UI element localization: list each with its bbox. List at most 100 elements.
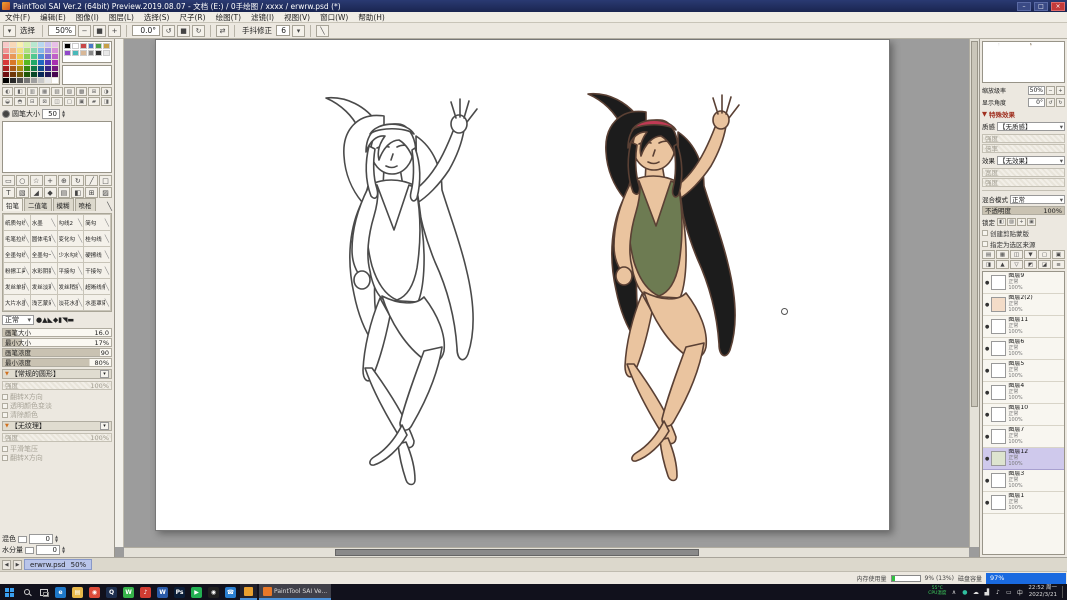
clear-layer-button[interactable]: ▢	[1038, 250, 1051, 259]
mixer-swatch[interactable]	[103, 43, 110, 49]
picker-button[interactable]: ◑	[100, 87, 112, 96]
sai-window-button[interactable]: PaintTool SAI Ve...	[259, 584, 331, 600]
effect-param-slider[interactable]: 倍率	[982, 144, 1065, 153]
move-layer-down-button[interactable]: ▽	[1010, 260, 1023, 269]
brush-preset[interactable]: 水彩阴影╲	[30, 263, 57, 278]
effect-param-slider[interactable]: 强度	[982, 134, 1065, 143]
checkbox-icon[interactable]	[2, 454, 8, 461]
color-swatch[interactable]	[31, 78, 38, 84]
brush-tip-shape[interactable]: ▬	[68, 316, 75, 324]
mixer-swatch[interactable]	[87, 43, 95, 49]
brush-slider[interactable]: 画笔浓度 90	[2, 348, 112, 357]
rotate-ccw-button[interactable]: ↺	[162, 24, 175, 37]
layer-row[interactable]: ● 图层5 正常 100%	[983, 360, 1064, 382]
select-mode-label[interactable]: 选择	[18, 25, 37, 36]
mixer-swatch[interactable]	[71, 50, 79, 56]
checkbox-icon[interactable]	[2, 411, 8, 418]
menu-item[interactable]: 文件(F)	[0, 12, 35, 23]
start-button[interactable]	[1, 584, 18, 600]
brush-tab[interactable]: 铅笔	[2, 198, 23, 211]
layer-visibility-icon[interactable]: ●	[985, 478, 989, 484]
chrome-icon[interactable]: ◉	[86, 584, 103, 600]
layer-row[interactable]: ● 图层11 正常 100%	[983, 316, 1064, 338]
layer-row[interactable]: ● 图层10 正常 100%	[983, 404, 1064, 426]
vertical-scrollbar[interactable]	[969, 39, 979, 547]
mixer-panel-button[interactable]: ▨	[63, 87, 75, 96]
image-viewer-window-button[interactable]	[240, 584, 257, 600]
zoom-tool[interactable]: ⊕	[57, 175, 71, 186]
water-stepper[interactable]: ▲ ▼	[62, 546, 65, 554]
brush-preset[interactable]: 平接勾 ╲	[57, 263, 84, 278]
mixer-swatch[interactable]	[95, 50, 103, 56]
minimize-button[interactable]: –	[1017, 1, 1031, 11]
selection-rect-tool[interactable]: ▭	[2, 175, 15, 186]
blend-mode-dropdown[interactable]: 正常	[2, 315, 34, 325]
mix-color-chip[interactable]	[18, 535, 27, 543]
hue-square-button[interactable]: ◧	[14, 87, 26, 96]
grid-a-button[interactable]: ⊟	[26, 97, 38, 106]
dropdown-icon[interactable]: ▾	[100, 370, 109, 378]
color-swatch[interactable]	[17, 78, 24, 84]
slider-rgb-button[interactable]: ▥	[26, 87, 38, 96]
brush-preset[interactable]: 桂勾线 ╲	[84, 231, 110, 246]
color-swatch[interactable]	[24, 78, 31, 84]
hue-ring-button[interactable]: ◐	[2, 87, 14, 96]
maximize-button[interactable]: □	[1034, 1, 1048, 11]
effects-header[interactable]: ▼ 特殊效果	[982, 109, 1065, 119]
mix-value[interactable]: 0	[29, 534, 53, 544]
panel-a-tool[interactable]: ▤	[57, 187, 71, 198]
tray-cloud-icon[interactable]: ☁	[970, 589, 981, 596]
cpu-temp-badge[interactable]: 55°C CPU温度	[926, 586, 948, 597]
eraser-tool[interactable]: □	[99, 175, 112, 186]
gradient-tool[interactable]: ▧	[15, 187, 29, 198]
lock-transparency-icon[interactable]: ◧	[997, 217, 1006, 226]
github-icon[interactable]: ◉	[205, 584, 222, 600]
move-layer-up-button[interactable]: ▲	[996, 260, 1009, 269]
brush-tab[interactable]: 模糊	[52, 198, 74, 211]
horizontal-scrollbar-thumb[interactable]	[335, 549, 699, 556]
menu-item[interactable]: 窗口(W)	[315, 12, 353, 23]
nav-zoom-in-button[interactable]: +	[1056, 85, 1065, 95]
clipping-mask-checkbox[interactable]: 创建剪贴蒙版	[982, 228, 1065, 238]
mixer-swatch[interactable]	[64, 50, 71, 56]
effect-dropdown[interactable]: 【无效果】	[997, 155, 1065, 165]
layer-visibility-icon[interactable]: ●	[985, 324, 989, 330]
volume-icon[interactable]: ♪	[992, 589, 1003, 596]
file-explorer-icon[interactable]: ▤	[69, 584, 86, 600]
layer-visibility-icon[interactable]: ●	[985, 302, 989, 308]
brush-preset[interactable]: 发丝淡彩╲	[30, 279, 57, 294]
brush-preset[interactable]: 简勾 ╲	[84, 215, 110, 230]
grid-f-button[interactable]: ▰	[88, 97, 100, 106]
color-swatch[interactable]	[10, 78, 17, 84]
checkbox-icon[interactable]	[982, 240, 988, 247]
panel-b-tool[interactable]: ◧	[71, 187, 85, 198]
vertical-scrollbar-thumb[interactable]	[971, 41, 978, 407]
brush-preset[interactable]: 水墨 ╲	[30, 215, 57, 230]
brush-preset[interactable]: 毛笔拉线╲	[4, 231, 30, 246]
mixer-swatch[interactable]	[79, 50, 87, 56]
canvas-viewport[interactable]	[115, 39, 979, 557]
brush-preset[interactable]: 圆体毛笔╲	[30, 231, 57, 246]
network-icon[interactable]: ▟	[981, 589, 992, 596]
stabilizer-value-box[interactable]: 6	[276, 25, 290, 36]
magic-wand-tool[interactable]: ☆	[29, 175, 43, 186]
nav-rotate-ccw-button[interactable]: ↺	[1046, 97, 1055, 107]
mixer-swatch[interactable]	[79, 43, 87, 49]
brush-preset[interactable]: 少水勾线╲	[57, 247, 84, 262]
layer-settings-button[interactable]: ≡	[1052, 260, 1065, 269]
color-swatch[interactable]	[3, 78, 10, 84]
navigator-angle-value[interactable]: 0°	[1028, 97, 1045, 107]
brush-tab[interactable]: 二值笔	[24, 198, 52, 211]
layer-visibility-icon[interactable]: ●	[985, 280, 989, 286]
brush-option[interactable]: 翻转X方向	[2, 453, 112, 462]
lock-alpha-button[interactable]: ◩	[1024, 260, 1037, 269]
color-swatch[interactable]	[52, 78, 59, 84]
tab-scroll-right-button[interactable]: ▶	[13, 559, 22, 570]
menu-item[interactable]: 帮助(H)	[353, 12, 390, 23]
brush-slider[interactable]: 最小浓度 80%	[2, 358, 112, 367]
stabilizer-dropdown-icon[interactable]: ▾	[292, 24, 305, 37]
gray-scale-button[interactable]: ◒	[2, 97, 14, 106]
brush-preset[interactable]: 发丝单接╲	[4, 279, 30, 294]
move-tool[interactable]: +	[43, 175, 57, 186]
mixer-swatch[interactable]	[95, 43, 103, 49]
